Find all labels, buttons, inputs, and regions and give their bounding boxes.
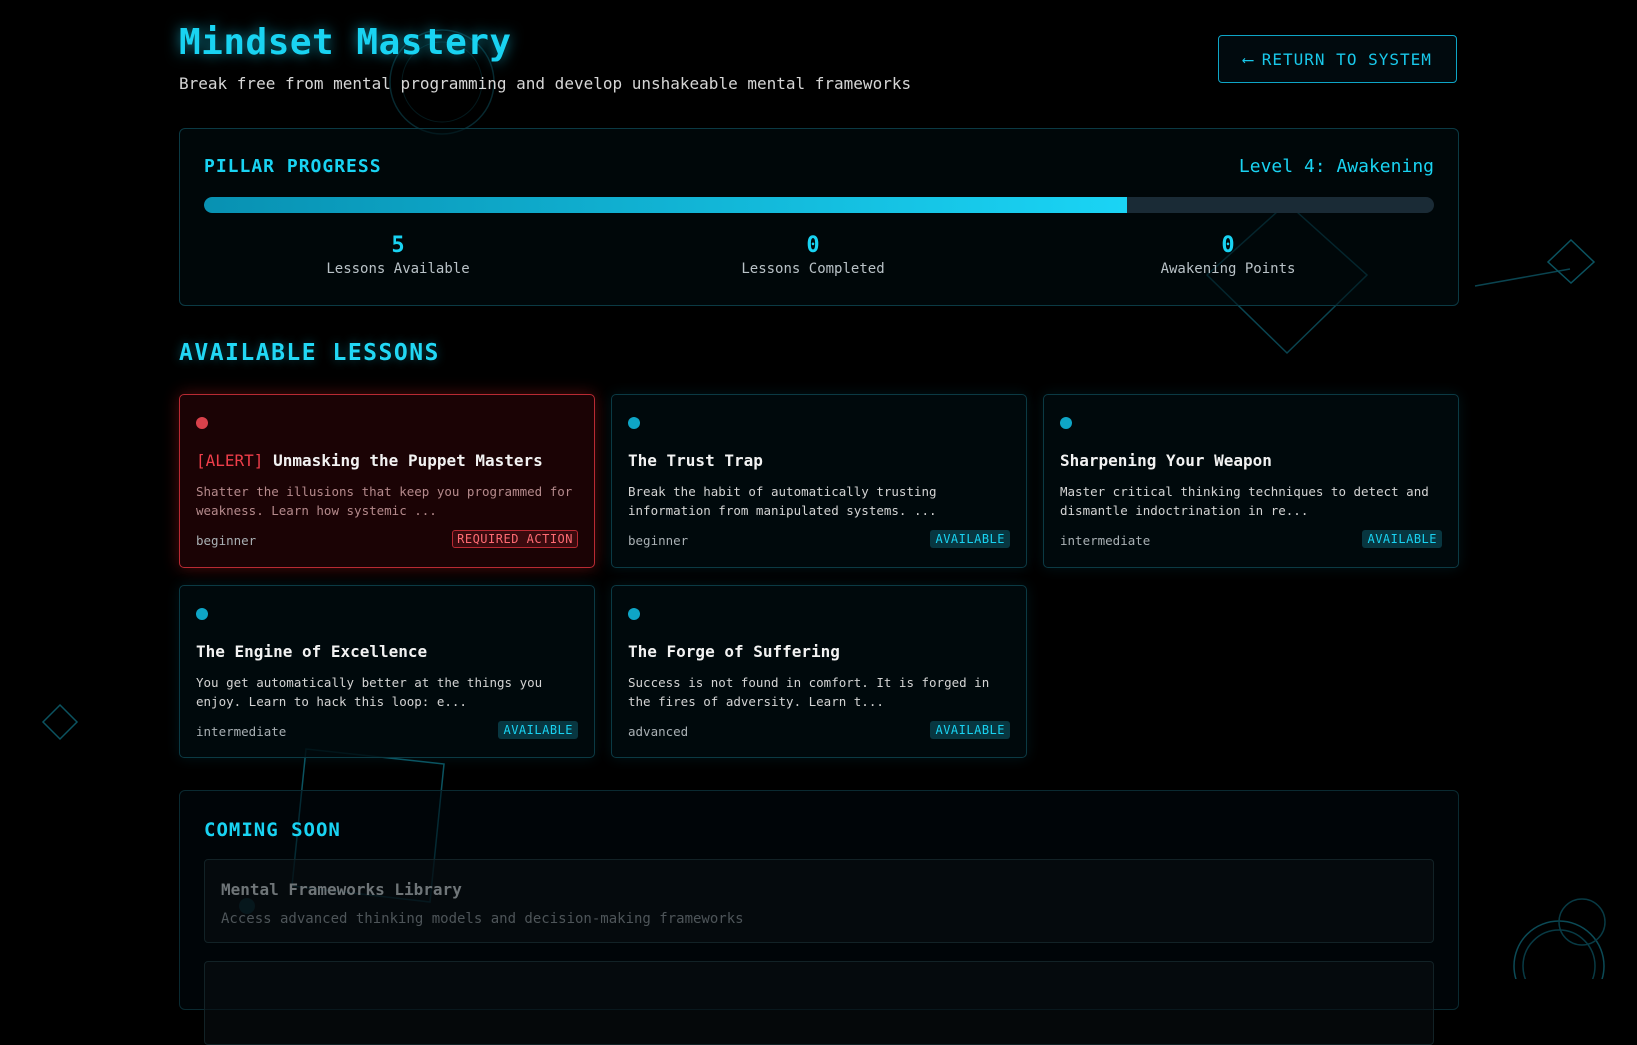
lesson-level: beginner [196,533,257,548]
page-title: Mindset Mastery [179,22,512,63]
status-dot-icon [196,608,208,620]
lesson-level: intermediate [196,724,287,739]
return-button-label: RETURN TO SYSTEM [1261,49,1432,69]
lesson-title-text: Unmasking the Puppet Masters [273,451,543,470]
progress-bar-fill [204,197,1127,213]
coming-soon-item-placeholder [204,961,1434,1045]
deco-circle-bottom-small [1558,898,1606,946]
lesson-title: Sharpening Your Weapon [1060,451,1272,470]
lesson-card-trust-trap[interactable]: The Trust Trap Break the habit of automa… [611,394,1027,568]
alert-tag: [ALERT] [196,451,264,470]
coming-soon-heading: COMING SOON [204,819,341,841]
deco-circle-bottom [1513,920,1605,979]
coming-soon-item-title: Mental Frameworks Library [221,880,462,899]
stat-value: 0 [1221,233,1235,258]
status-dot-icon [628,417,640,429]
deco-circle-bottom-inner [1522,929,1596,979]
stat-value: 0 [806,233,820,258]
coming-soon-item-description: Access advanced thinking models and deci… [221,911,744,927]
status-dot-icon [1060,417,1072,429]
status-badge: AVAILABLE [1362,530,1442,548]
return-to-system-button[interactable]: ⟵ RETURN TO SYSTEM [1218,35,1457,83]
stat-label: Lessons Available [326,261,470,277]
stat-lessons-available: 5 Lessons Available [278,233,518,277]
deco-diamond-right [1546,238,1596,285]
stat-label: Awakening Points [1160,261,1296,277]
lesson-description: Success is not found in comfort. It is f… [628,675,990,709]
level-indicator: Level 4: Awakening [1238,156,1434,177]
lesson-card-puppet-masters[interactable]: [ALERT] Unmasking the Puppet Masters Sha… [179,394,595,568]
deco-line-right [1474,268,1571,287]
available-lessons-heading: AVAILABLE LESSONS [179,340,440,366]
page-subtitle: Break free from mental programming and d… [179,74,912,93]
lesson-title: The Trust Trap [628,451,763,470]
stat-value: 5 [391,233,405,258]
status-dot-icon [628,608,640,620]
lesson-description: You get automatically better at the thin… [196,675,543,709]
stat-label: Lessons Completed [741,261,885,277]
lesson-title: The Engine of Excellence [196,642,428,661]
arrow-left-icon: ⟵ [1243,49,1254,69]
lesson-card-forge-of-suffering[interactable]: The Forge of Suffering Success is not fo… [611,585,1027,758]
status-badge: AVAILABLE [930,721,1010,739]
lesson-card-sharpening-weapon[interactable]: Sharpening Your Weapon Master critical t… [1043,394,1459,568]
lesson-title: [ALERT] Unmasking the Puppet Masters [196,451,543,470]
progress-bar [204,197,1434,213]
status-dot-icon [196,417,208,429]
stat-awakening-points: 0 Awakening Points [1108,233,1348,277]
status-badge: AVAILABLE [930,530,1010,548]
pillar-progress-panel: PILLAR PROGRESS Level 4: Awakening 5 Les… [179,128,1459,306]
deco-diamond-left [41,703,79,741]
status-badge: AVAILABLE [498,721,578,739]
coming-soon-item: Mental Frameworks Library Access advance… [204,859,1434,943]
pillar-progress-title: PILLAR PROGRESS [204,156,382,177]
lesson-title: The Forge of Suffering [628,642,840,661]
lesson-level: beginner [628,533,689,548]
status-badge: REQUIRED ACTION [452,530,578,548]
lesson-level: advanced [628,724,689,739]
lesson-description: Break the habit of automatically trustin… [628,484,937,518]
coming-soon-panel: COMING SOON Mental Frameworks Library Ac… [179,790,1459,1045]
lesson-card-engine-of-excellence[interactable]: The Engine of Excellence You get automat… [179,585,595,758]
lesson-description: Shatter the illusions that keep you prog… [196,484,573,518]
lesson-description: Master critical thinking techniques to d… [1060,484,1429,518]
lesson-level: intermediate [1060,533,1151,548]
stat-lessons-completed: 0 Lessons Completed [693,233,933,277]
page: Mindset Mastery Break free from mental p… [179,0,1459,1045]
